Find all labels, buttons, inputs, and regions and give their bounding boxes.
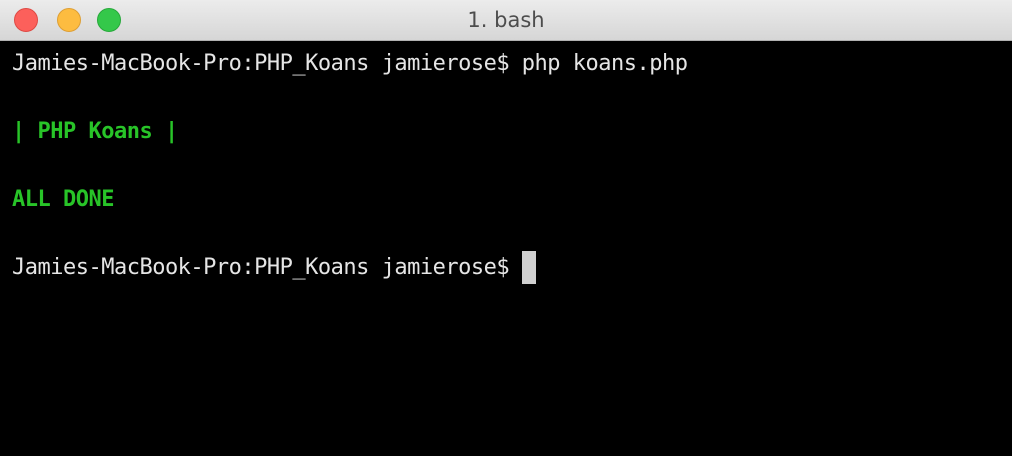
command-spacer	[509, 255, 522, 280]
terminal-output[interactable]: Jamies-MacBook-Pro:PHP_Koans jamierose$ …	[12, 41, 1000, 456]
shell-prompt: Jamies-MacBook-Pro:PHP_Koans jamierose$	[12, 255, 510, 280]
text-cursor[interactable]	[521, 251, 536, 284]
title-bar[interactable]: 1. bash	[0, 0, 1012, 41]
typed-command: php koans.php	[509, 51, 688, 76]
window-title: 1. bash	[467, 8, 545, 32]
shell-prompt: Jamies-MacBook-Pro:PHP_Koans jamierose$	[12, 51, 510, 76]
terminal-window: 1. bash Jamies-MacBook-Pro:PHP_Koans jam…	[0, 0, 1012, 456]
terminal-line: Jamies-MacBook-Pro:PHP_Koans jamierose$ …	[12, 47, 688, 81]
terminal-line: | PHP Koans |	[12, 119, 178, 144]
terminal-line: Jamies-MacBook-Pro:PHP_Koans jamierose$	[12, 251, 536, 285]
terminal-line: ALL DONE	[12, 187, 114, 212]
